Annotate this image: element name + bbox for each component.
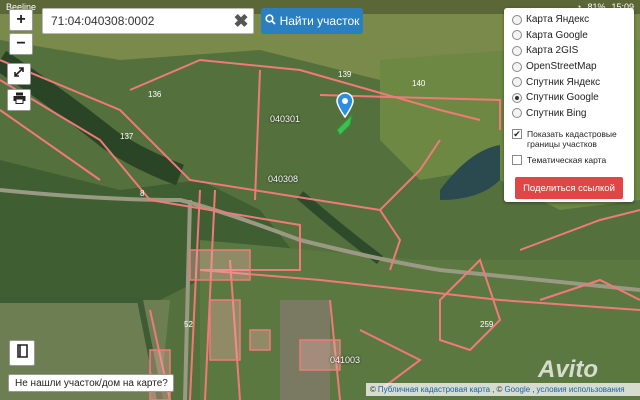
radio-button[interactable] (512, 108, 522, 119)
layer-option[interactable]: Спутник Яндекс (512, 74, 626, 90)
map-label-041003: 041003 (330, 355, 361, 365)
cadastral-label: Показать кадастровые границы участков (527, 129, 617, 150)
search-input[interactable]: 71:04:040308:0002 (42, 8, 254, 34)
expand-icon (13, 65, 25, 83)
map-label-040301: 040301 (270, 114, 301, 124)
cadastral-checkbox[interactable]: ✔ (512, 129, 522, 140)
radio-button[interactable] (512, 45, 522, 56)
book-icon (16, 343, 29, 363)
layer-label: Спутник Google (526, 92, 599, 104)
layer-option[interactable]: Карта Google (512, 28, 626, 44)
radio-button[interactable] (512, 14, 522, 25)
attribution-separator: , © (492, 385, 503, 394)
layer-switcher-panel: Карта Яндекс Карта Google Карта 2GIS Ope… (504, 8, 634, 202)
layer-label: Карта Google (526, 29, 588, 41)
layer-option[interactable]: Спутник Bing (512, 106, 626, 122)
cadastral-toggle[interactable]: ✔ Показать кадастровые границы участков (512, 129, 626, 149)
not-found-button[interactable]: Не нашли участок/дом на карте? (8, 374, 174, 392)
map-number: 139 (338, 70, 352, 79)
clear-icon[interactable]: ✖ (232, 12, 250, 30)
layer-label: Спутник Яндекс (526, 76, 601, 88)
map-number: 8 (140, 189, 145, 198)
radio-button-selected[interactable] (512, 92, 522, 103)
layer-option[interactable]: Карта Яндекс (512, 12, 626, 28)
layer-label: Карта 2GIS (526, 45, 579, 57)
attribution-copyright: © (370, 385, 376, 394)
share-link-button[interactable]: Поделиться ссылкой (515, 177, 623, 200)
print-button[interactable] (7, 89, 31, 111)
map-pin-icon[interactable] (336, 92, 354, 118)
layer-option-selected[interactable]: Спутник Google (512, 90, 626, 106)
radio-button[interactable] (512, 61, 522, 72)
attribution-link-terms[interactable]: условия использования (536, 385, 624, 394)
radio-button[interactable] (512, 30, 522, 41)
map-label-040308: 040308 (268, 174, 299, 184)
layer-label: OpenStreetMap (526, 61, 597, 73)
map-number: 259 (480, 320, 494, 329)
search-icon (264, 14, 276, 28)
layer-option[interactable]: Карта 2GIS (512, 43, 626, 59)
attribution-link-google[interactable]: Google (504, 385, 530, 394)
map-number: 136 (148, 90, 162, 99)
map-number: 52 (184, 320, 193, 329)
map-number: 137 (120, 132, 134, 141)
layer-label: Карта Яндекс (526, 14, 590, 26)
print-icon (13, 91, 26, 109)
avito-watermark: Avito (538, 356, 598, 383)
search-button-label: Найти участок (279, 14, 360, 28)
legend-button[interactable] (9, 340, 35, 366)
layer-option[interactable]: OpenStreetMap (512, 59, 626, 75)
attribution-comma: , (532, 385, 535, 394)
thematic-toggle[interactable]: Тематическая карта (512, 155, 626, 166)
map-number: 140 (412, 79, 426, 88)
search-button[interactable]: Найти участок (261, 8, 363, 34)
layer-label: Спутник Bing (526, 107, 587, 119)
zoom-in-button[interactable]: + (9, 9, 33, 31)
expand-button[interactable] (7, 63, 31, 85)
attribution-link-cadastral[interactable]: Публичная кадастровая карта (378, 385, 490, 394)
thematic-label: Тематическая карта (527, 155, 607, 166)
map-attribution: © Публичная кадастровая карта , © Google… (366, 383, 640, 396)
thematic-checkbox[interactable] (512, 155, 522, 166)
radio-button[interactable] (512, 77, 522, 88)
zoom-out-button[interactable]: − (9, 33, 33, 55)
